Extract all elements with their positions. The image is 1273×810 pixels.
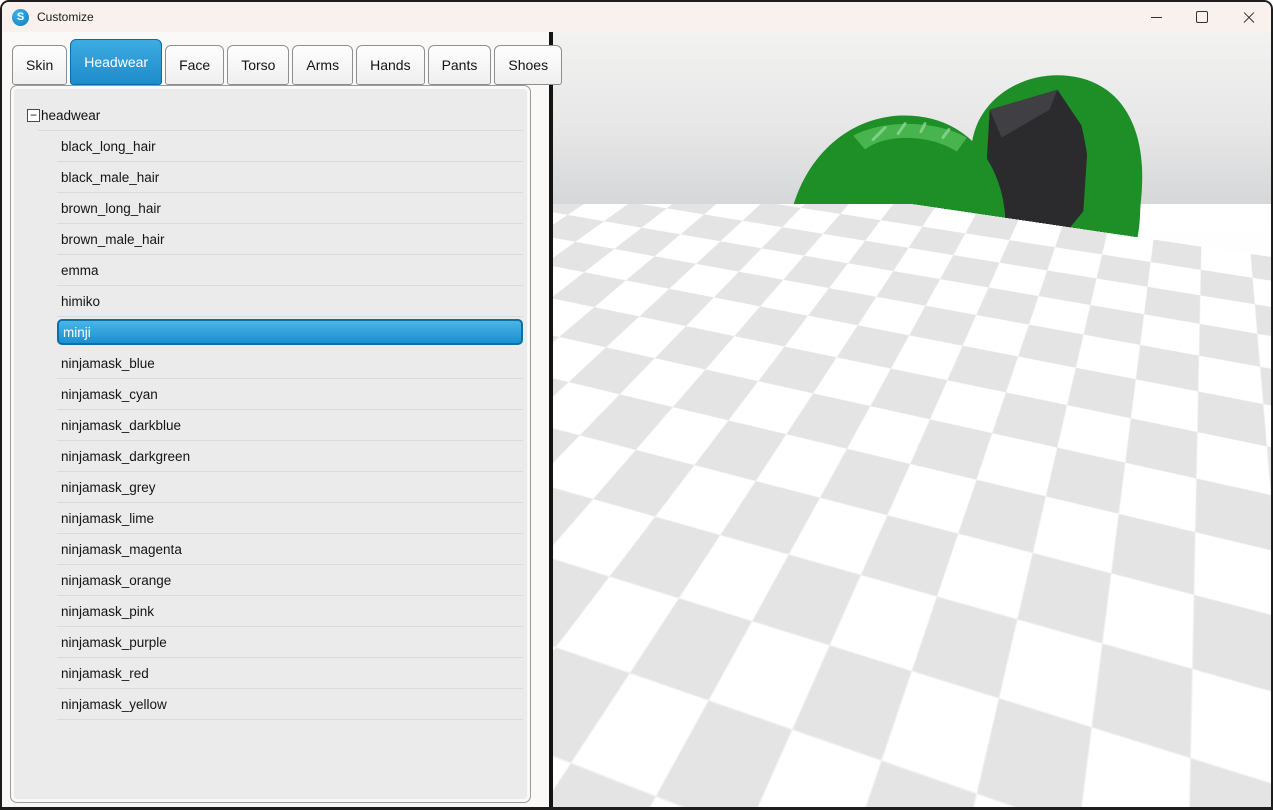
tree-item-ninjamask_darkblue[interactable]: ninjamask_darkblue — [57, 410, 523, 441]
right-glove — [1058, 413, 1166, 472]
tab-face[interactable]: Face — [165, 45, 224, 85]
tab-arms[interactable]: Arms — [292, 45, 353, 85]
tree-item-label: himiko — [61, 294, 100, 309]
tree-item-label: ninjamask_blue — [61, 356, 155, 371]
minimize-button[interactable] — [1133, 2, 1179, 32]
app-logo-icon: S — [12, 9, 29, 26]
tree-item-label: ninjamask_darkblue — [61, 418, 181, 433]
tree-item-black_long_hair[interactable]: black_long_hair — [57, 131, 523, 162]
right-shoe — [901, 589, 959, 661]
tab-pants[interactable]: Pants — [428, 45, 492, 85]
tree-item-label: ninjamask_darkgreen — [61, 449, 190, 464]
tree-item-label: brown_long_hair — [61, 201, 161, 216]
tree-item-ninjamask_yellow[interactable]: ninjamask_yellow — [57, 689, 523, 720]
tree-item-label: ninjamask_pink — [61, 604, 154, 619]
tree-item-ninjamask_lime[interactable]: ninjamask_lime — [57, 503, 523, 534]
headwear-list-panel: − headwear black_long_hair black_male_hai… — [10, 85, 531, 803]
tab-torso[interactable]: Torso — [227, 45, 289, 85]
tree-item-label: ninjamask_red — [61, 666, 149, 681]
category-tab-bar: SkinHeadwearFaceTorsoArmsHandsPantsShoes — [12, 39, 562, 85]
tab-skin[interactable]: Skin — [12, 45, 67, 85]
tree-item-label: ninjamask_purple — [61, 635, 167, 650]
tree-item-minji[interactable]: minji — [57, 319, 523, 345]
tree-item-label: ninjamask_cyan — [61, 387, 158, 402]
client-area: SkinHeadwearFaceTorsoArmsHandsPantsShoes… — [2, 32, 1271, 807]
tree-item-label: brown_male_hair — [61, 232, 165, 247]
tree-item-ninjamask_pink[interactable]: ninjamask_pink — [57, 596, 523, 627]
tree-item-himiko[interactable]: himiko — [57, 286, 523, 317]
tree-item-ninjamask_purple[interactable]: ninjamask_purple — [57, 627, 523, 658]
tree-item-ninjamask_red[interactable]: ninjamask_red — [57, 658, 523, 689]
tab-hands[interactable]: Hands — [356, 45, 424, 85]
character-preview — [553, 32, 1271, 807]
tree-item-emma[interactable]: emma — [57, 255, 523, 286]
collapse-toggle[interactable]: − — [27, 109, 40, 122]
titlebar: S Customize — [2, 2, 1271, 32]
tree-item-label: emma — [61, 263, 99, 278]
tab-headwear[interactable]: Headwear — [70, 39, 162, 85]
headwear-tree: − headwear black_long_hair black_male_hai… — [11, 86, 530, 720]
tree-item-list: black_long_hair black_male_hair brown_long… — [57, 131, 523, 720]
customize-window: S Customize SkinHeadwearFaceTorsoArmsHan… — [0, 0, 1273, 810]
tree-item-label: black_long_hair — [61, 139, 156, 154]
tree-item-label: ninjamask_yellow — [61, 697, 167, 712]
tab-shoes[interactable]: Shoes — [494, 45, 562, 85]
tree-root-label: headwear — [41, 108, 100, 123]
tree-item-label: minji — [63, 325, 91, 340]
minimize-icon — [1151, 17, 1162, 18]
maximize-button[interactable] — [1179, 2, 1225, 32]
tree-item-label: black_male_hair — [61, 170, 159, 185]
tree-root-row: − headwear — [27, 107, 530, 123]
tree-item-label: ninjamask_magenta — [61, 542, 182, 557]
tree-item-label: ninjamask_lime — [61, 511, 154, 526]
close-button[interactable] — [1225, 2, 1271, 32]
tree-item-ninjamask_grey[interactable]: ninjamask_grey — [57, 472, 523, 503]
tree-item-label: ninjamask_grey — [61, 480, 156, 495]
tree-item-black_male_hair[interactable]: black_male_hair — [57, 162, 523, 193]
ninja-mask — [802, 322, 960, 422]
tree-item-ninjamask_blue[interactable]: ninjamask_blue — [57, 348, 523, 379]
maximize-icon — [1196, 11, 1208, 23]
app-logo-letter: S — [17, 11, 24, 23]
tree-item-ninjamask_magenta[interactable]: ninjamask_magenta — [57, 534, 523, 565]
tree-item-label: ninjamask_orange — [61, 573, 171, 588]
window-controls — [1133, 2, 1271, 32]
preview-viewport[interactable] — [553, 32, 1271, 807]
close-icon — [1242, 11, 1255, 24]
tree-item-brown_long_hair[interactable]: brown_long_hair — [57, 193, 523, 224]
tree-item-brown_male_hair[interactable]: brown_male_hair — [57, 224, 523, 255]
tree-item-ninjamask_orange[interactable]: ninjamask_orange — [57, 565, 523, 596]
tree-item-ninjamask_darkgreen[interactable]: ninjamask_darkgreen — [57, 441, 523, 472]
customization-pane: SkinHeadwearFaceTorsoArmsHandsPantsShoes… — [2, 32, 549, 807]
left-glove — [727, 340, 796, 381]
tree-item-ninjamask_cyan[interactable]: ninjamask_cyan — [57, 379, 523, 410]
window-title: Customize — [37, 10, 94, 24]
right-glove-thumb — [1083, 455, 1095, 471]
